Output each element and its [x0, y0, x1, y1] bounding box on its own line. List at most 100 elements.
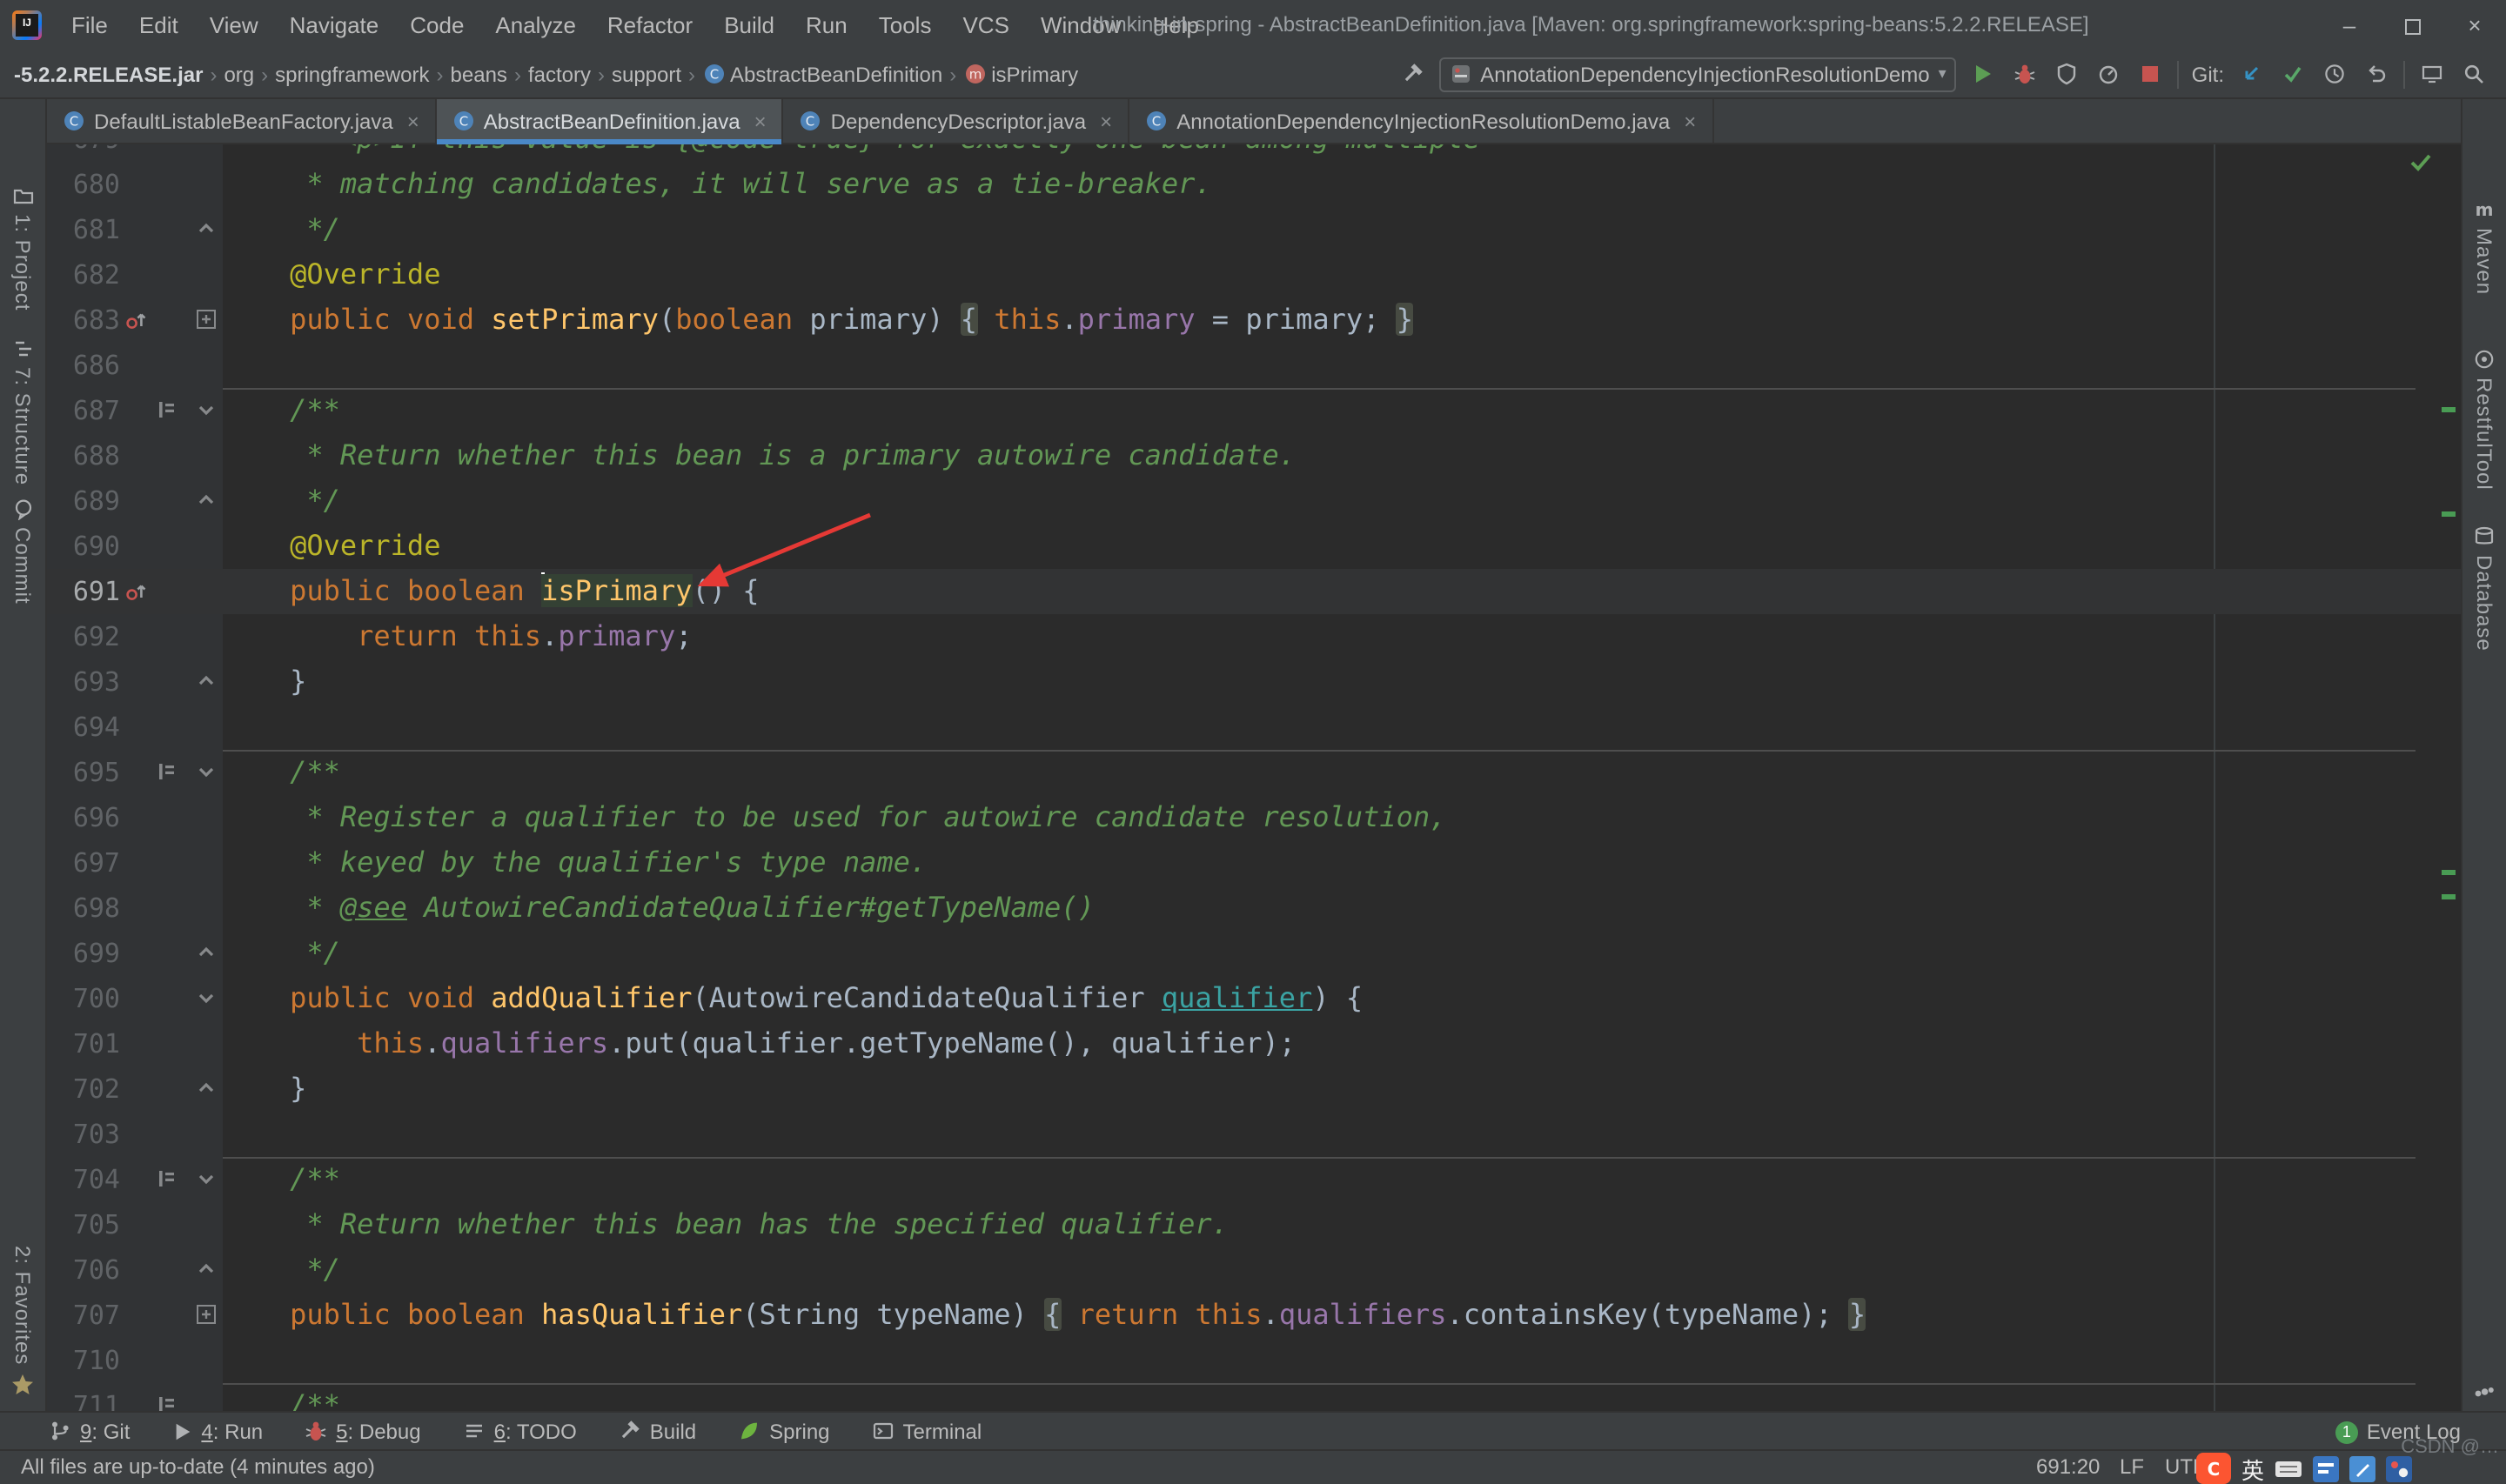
- vcs-revert[interactable]: [2362, 59, 2391, 89]
- stripe-button-restfultool[interactable]: RestfulTool: [2462, 346, 2506, 491]
- run-play[interactable]: [1969, 59, 1999, 89]
- close-button[interactable]: ×: [2443, 0, 2506, 50]
- code-line[interactable]: 711 /**: [47, 1382, 2461, 1411]
- menu-refactor[interactable]: Refactor: [592, 0, 708, 50]
- vcs-commit[interactable]: [2278, 59, 2308, 89]
- menu-edit[interactable]: Edit: [124, 0, 194, 50]
- stripe-button-database[interactable]: Database: [2462, 524, 2506, 652]
- build-hammer[interactable]: [1397, 59, 1426, 89]
- menu-build[interactable]: Build: [708, 0, 790, 50]
- fold-up-gutter-icon[interactable]: [195, 217, 218, 239]
- monitor-icon[interactable]: [2417, 59, 2447, 89]
- stripe-button-7-structure[interactable]: 7: Structure: [0, 336, 45, 485]
- ime-tray-icon[interactable]: [2386, 1455, 2413, 1481]
- close-icon[interactable]: ×: [1684, 109, 1696, 133]
- override-gutter-icon[interactable]: [125, 307, 148, 330]
- editor-tab[interactable]: C DefaultListableBeanFactory.java ×: [47, 99, 437, 143]
- code-line[interactable]: 710: [47, 1337, 2461, 1382]
- code-line[interactable]: 686: [47, 342, 2461, 387]
- fold-up-gutter-icon[interactable]: [195, 669, 218, 692]
- search-icon[interactable]: [2459, 59, 2489, 89]
- doc-toggle-gutter-icon[interactable]: [155, 398, 178, 420]
- code-line[interactable]: 703: [47, 1111, 2461, 1156]
- menu-run[interactable]: Run: [790, 0, 863, 50]
- breadcrumb-item[interactable]: m isPrimary: [960, 62, 1082, 86]
- ime-language-indicator[interactable]: 英: [2241, 1452, 2264, 1484]
- code-line[interactable]: 706 */: [47, 1247, 2461, 1292]
- debug-bug[interactable]: [2011, 59, 2040, 89]
- fold-up-gutter-icon[interactable]: [195, 1076, 218, 1099]
- menu-view[interactable]: View: [194, 0, 274, 50]
- breadcrumb-item[interactable]: org: [220, 62, 258, 86]
- code-line[interactable]: 698 * @see AutowireCandidateQualifier#ge…: [47, 885, 2461, 930]
- code-line[interactable]: 693 }: [47, 658, 2461, 704]
- breadcrumb-item[interactable]: C AbstractBeanDefinition: [699, 62, 946, 86]
- tool-window-button-terminal[interactable]: Terminal: [872, 1419, 982, 1443]
- fold-plus-gutter-icon[interactable]: [195, 307, 218, 330]
- coverage-shield[interactable]: [2053, 59, 2082, 89]
- tool-window-button-build[interactable]: Build: [619, 1419, 696, 1443]
- ime-pen-icon[interactable]: [2349, 1455, 2376, 1481]
- code-line[interactable]: 704 /**: [47, 1156, 2461, 1201]
- tool-window-button-spring[interactable]: Spring: [738, 1419, 830, 1443]
- override-gutter-icon[interactable]: [125, 578, 148, 601]
- ime-keyboard-icon[interactable]: [2275, 1455, 2302, 1481]
- caret-position[interactable]: 691:20: [2036, 1451, 2100, 1484]
- code-line[interactable]: 700 public void addQualifier(AutowireCan…: [47, 975, 2461, 1020]
- stripe-button-commit[interactable]: Commit: [0, 496, 45, 605]
- code-line[interactable]: 694: [47, 704, 2461, 749]
- stripe-button-1-project[interactable]: 1: Project: [0, 183, 45, 311]
- ime-panel-icon[interactable]: [2313, 1455, 2340, 1481]
- fold-up-gutter-icon[interactable]: [195, 940, 218, 963]
- code-line[interactable]: 682 @Override: [47, 251, 2461, 297]
- breadcrumb-item[interactable]: beans: [447, 62, 511, 86]
- code-line[interactable]: 705 * Return whether this bean has the s…: [47, 1201, 2461, 1247]
- fold-down-gutter-icon[interactable]: [195, 398, 218, 420]
- code-line[interactable]: 683 public void setPrimary(boolean prima…: [47, 297, 2461, 342]
- doc-toggle-gutter-icon[interactable]: [155, 1166, 178, 1189]
- doc-toggle-gutter-icon[interactable]: [155, 759, 178, 782]
- tool-window-button--run[interactable]: 4: Run: [171, 1419, 263, 1443]
- menu-vcs[interactable]: VCS: [947, 0, 1024, 50]
- fold-plus-gutter-icon[interactable]: [195, 1302, 218, 1325]
- menu-analyze[interactable]: Analyze: [479, 0, 592, 50]
- code-line[interactable]: 679 * <p>If this value is {@code true} f…: [47, 144, 2461, 161]
- code-line[interactable]: 680 * matching candidates, it will serve…: [47, 161, 2461, 206]
- scrollbar-mark[interactable]: [2442, 407, 2456, 412]
- menu-tools[interactable]: Tools: [863, 0, 948, 50]
- code-line[interactable]: 692 return this.primary;: [47, 613, 2461, 658]
- code-line[interactable]: 697 * keyed by the qualifier's type name…: [47, 839, 2461, 885]
- code-line[interactable]: 707 public boolean hasQualifier(String t…: [47, 1292, 2461, 1337]
- run-config-selector[interactable]: AnnotationDependencyInjectionResolutionD…: [1438, 57, 1957, 91]
- editor[interactable]: 679 * <p>If this value is {@code true} f…: [47, 144, 2461, 1411]
- scrollbar-mark[interactable]: [2442, 511, 2456, 517]
- code-line[interactable]: 688 * Return whether this bean is a prim…: [47, 432, 2461, 478]
- editor-tab[interactable]: C DependencyDescriptor.java ×: [784, 99, 1130, 143]
- fold-up-gutter-icon[interactable]: [195, 488, 218, 511]
- editor-tab[interactable]: C AbstractBeanDefinition.java ×: [436, 99, 784, 144]
- stripe-button-2-favorites[interactable]: 2: Favorites: [0, 1247, 45, 1397]
- code-line[interactable]: 702 }: [47, 1066, 2461, 1111]
- menu-code[interactable]: Code: [394, 0, 479, 50]
- breadcrumb-item[interactable]: springframework: [271, 62, 432, 86]
- tool-window-button--git[interactable]: 9: Git: [49, 1419, 130, 1443]
- breadcrumb-item[interactable]: support: [608, 62, 685, 86]
- tool-window-button--todo[interactable]: 6: TODO: [463, 1419, 577, 1443]
- inspections-ok-icon[interactable]: [2409, 150, 2433, 181]
- maximize-button[interactable]: [2381, 0, 2443, 50]
- code-line[interactable]: 695 /**: [47, 749, 2461, 794]
- fold-down-gutter-icon[interactable]: [195, 759, 218, 782]
- breadcrumb-item[interactable]: -5.2.2.RELEASE.jar: [10, 62, 206, 86]
- fold-up-gutter-icon[interactable]: [195, 1257, 218, 1280]
- doc-toggle-gutter-icon[interactable]: [155, 1393, 178, 1411]
- fold-down-gutter-icon[interactable]: [195, 1166, 218, 1189]
- code-line[interactable]: 687 /**: [47, 387, 2461, 432]
- code-line[interactable]: 690 @Override: [47, 523, 2461, 568]
- tool-window-button--debug[interactable]: 5: Debug: [305, 1419, 421, 1443]
- stripe-button-maven[interactable]: m Maven: [2462, 197, 2506, 295]
- code-line[interactable]: 689 */: [47, 478, 2461, 523]
- close-icon[interactable]: ×: [407, 109, 419, 133]
- code-line[interactable]: 701 this.qualifiers.put(qualifier.getTyp…: [47, 1020, 2461, 1066]
- breadcrumb-item[interactable]: factory: [525, 62, 594, 86]
- scrollbar-mark[interactable]: [2442, 870, 2456, 875]
